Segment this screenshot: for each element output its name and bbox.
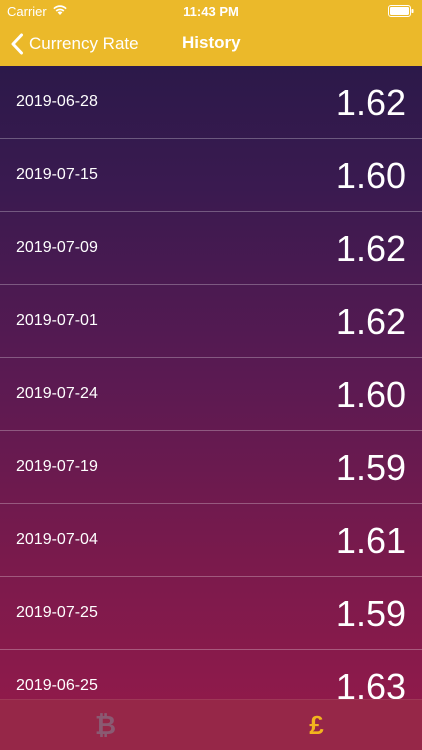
- row-date: 2019-07-15: [16, 166, 98, 183]
- row-rate: 1.62: [335, 301, 406, 342]
- row-date: 2019-06-25: [16, 677, 98, 694]
- history-row[interactable]: 2019-06-25 1.63: [0, 650, 422, 700]
- row-date: 2019-07-25: [16, 604, 98, 621]
- history-list[interactable]: 2019-06-28 1.62 2019-07-15 1.60 2019-07-…: [0, 66, 422, 700]
- battery-icon: [388, 5, 414, 17]
- row-rate: 1.60: [335, 155, 406, 196]
- history-row[interactable]: 2019-07-19 1.59: [0, 431, 422, 504]
- pound-icon: £: [309, 709, 324, 740]
- row-rate: 1.62: [335, 228, 406, 269]
- row-rate: 1.61: [335, 520, 406, 561]
- row-rate: 1.60: [335, 374, 406, 415]
- page-title: History: [182, 33, 241, 52]
- row-rate: 1.59: [335, 593, 406, 634]
- row-date: 2019-07-04: [16, 531, 98, 548]
- tab-bar: ₿ £: [0, 699, 422, 750]
- row-rate: 1.59: [335, 447, 406, 488]
- back-button[interactable]: Currency Rate: [10, 30, 139, 58]
- history-row[interactable]: 2019-07-04 1.61: [0, 504, 422, 577]
- row-rate: 1.62: [335, 82, 406, 123]
- nav-bar: Currency Rate History: [0, 22, 422, 66]
- row-date: 2019-07-09: [16, 239, 98, 256]
- row-date: 2019-07-19: [16, 458, 98, 475]
- header: Carrier 11:43 PM Currency Rate History: [0, 0, 422, 66]
- back-button-label: Currency Rate: [29, 34, 139, 53]
- screen: Carrier 11:43 PM Currency Rate History 2…: [0, 0, 422, 750]
- status-bar: Carrier 11:43 PM: [0, 0, 422, 22]
- row-date: 2019-07-01: [16, 312, 98, 329]
- row-rate: 1.63: [335, 666, 406, 700]
- chevron-left-icon: [11, 33, 23, 55]
- history-row[interactable]: 2019-07-25 1.59: [0, 577, 422, 650]
- history-row[interactable]: 2019-07-01 1.62: [0, 285, 422, 358]
- bitcoin-icon: ₿: [94, 709, 117, 740]
- history-row[interactable]: 2019-06-28 1.62: [0, 66, 422, 139]
- status-time: 11:43 PM: [183, 4, 239, 19]
- history-row[interactable]: 2019-07-15 1.60: [0, 139, 422, 212]
- tab-bitcoin[interactable]: ₿: [0, 700, 211, 750]
- history-row[interactable]: 2019-07-24 1.60: [0, 358, 422, 431]
- tab-pound[interactable]: £: [211, 700, 422, 750]
- row-date: 2019-07-24: [16, 385, 98, 402]
- row-date: 2019-06-28: [16, 93, 98, 110]
- history-row[interactable]: 2019-07-09 1.62: [0, 212, 422, 285]
